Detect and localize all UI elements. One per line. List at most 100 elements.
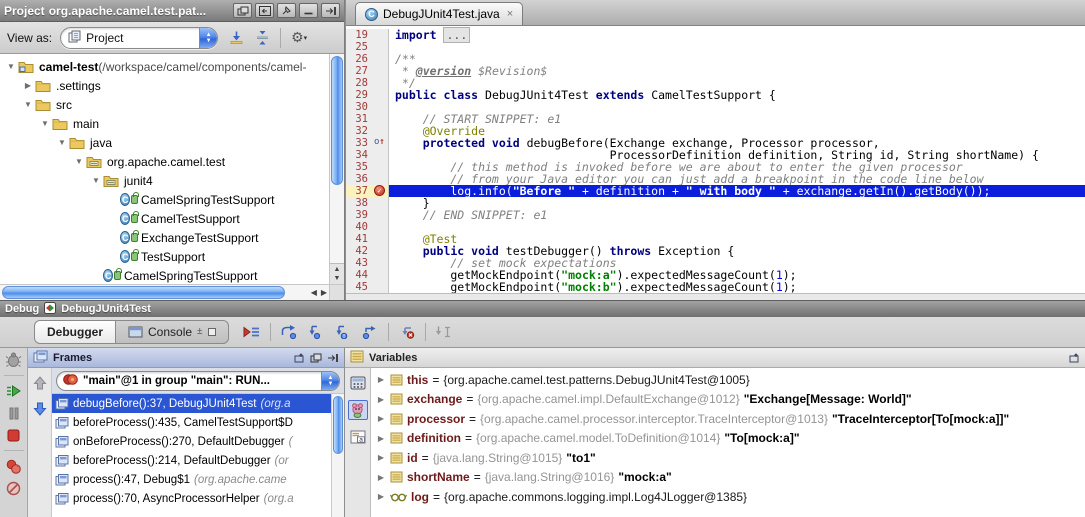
editor-gutter[interactable] [372, 65, 389, 77]
tree-item-testsupport[interactable]: CTestSupport [0, 247, 329, 266]
tree-item-src[interactable]: ▼src [0, 95, 329, 114]
mute-breakpoints-icon[interactable] [4, 479, 24, 497]
frame-up-icon[interactable] [33, 376, 47, 391]
frame-row[interactable]: process():47, Debug$1 (org.apache.came [52, 470, 331, 489]
variable-row-id[interactable]: ▶id = {java.lang.String@1015}"to1" [371, 448, 1085, 468]
collapse-all-icon[interactable] [252, 28, 272, 48]
expand-arrow-icon[interactable]: ▶ [376, 473, 386, 482]
float-window-icon[interactable] [233, 3, 252, 18]
stop-icon[interactable] [4, 426, 24, 444]
expand-all-icon[interactable] [226, 28, 246, 48]
scrollbar-arrows[interactable]: ▲▼ [330, 263, 344, 284]
expand-arrow-icon[interactable]: ▶ [376, 492, 386, 501]
editor-gutter[interactable] [372, 245, 389, 257]
expand-arrow-icon[interactable]: ▶ [376, 434, 386, 443]
editor-gutter[interactable] [372, 89, 389, 101]
tree-item-cameltestsupport[interactable]: CCamelTestSupport [0, 209, 329, 228]
editor-gutter[interactable] [372, 173, 389, 185]
code-editor[interactable]: 19import ...2526/**27 * @version $Revisi… [346, 26, 1085, 293]
editor-gutter[interactable] [372, 281, 389, 293]
frames-vertical-scrollbar[interactable] [331, 394, 344, 517]
frame-down-icon[interactable] [33, 401, 47, 416]
chevron-down-icon[interactable]: ▼ [4, 62, 18, 71]
variable-row-log[interactable]: ▶log = {org.apache.commons.logging.impl.… [371, 487, 1085, 507]
float-small-icon[interactable] [208, 328, 216, 336]
chevron-down-icon[interactable]: ▼ [72, 157, 86, 166]
chevron-down-icon[interactable]: ▼ [89, 176, 103, 185]
editor-gutter[interactable] [372, 29, 389, 41]
restore-icon[interactable] [1069, 353, 1080, 363]
chevron-down-icon[interactable]: ▼ [38, 119, 52, 128]
editor-gutter[interactable] [372, 53, 389, 65]
variable-row-definition[interactable]: ▶definition = {org.apache.camel.model.To… [371, 429, 1085, 449]
editor-gutter[interactable] [372, 101, 389, 113]
editor-horizontal-scrollbar[interactable] [346, 293, 1085, 300]
resume-icon[interactable] [4, 382, 24, 400]
tree-item-camelspringtestsupport[interactable]: CCamelSpringTestSupport [0, 266, 329, 284]
watch-icon[interactable] [348, 400, 368, 420]
drop-frame-icon[interactable] [398, 324, 416, 340]
pause-icon[interactable] [4, 404, 24, 422]
restore-icon[interactable] [294, 353, 305, 363]
editor-tab[interactable]: C DebugJUnit4Test.java × [355, 2, 523, 25]
editor-gutter[interactable] [372, 197, 389, 209]
project-horizontal-scrollbar[interactable]: ◀▶ [0, 284, 329, 300]
chevron-right-icon[interactable]: ▶ [21, 81, 35, 90]
step-out-icon[interactable] [361, 324, 379, 340]
editor-gutter[interactable]: o↑ [372, 137, 389, 149]
variable-row-shortName[interactable]: ▶shortName = {java.lang.String@1016}"moc… [371, 468, 1085, 488]
editor-gutter[interactable] [372, 161, 389, 173]
thread-select[interactable]: "main"@1 in group "main": RUN... ▲▼ [56, 371, 340, 391]
frame-row[interactable]: process():70, AsyncProcessorHelper (org.… [52, 489, 331, 508]
frame-row[interactable]: beforeProcess():214, DefaultDebugger (or [52, 451, 331, 470]
scrollbar-thumb[interactable] [331, 56, 343, 185]
show-execution-point-icon[interactable] [243, 324, 261, 340]
editor-gutter[interactable] [372, 209, 389, 221]
float-window-icon[interactable] [310, 353, 322, 363]
view-as-select[interactable]: Project ▲▼ [60, 27, 218, 49]
dock-icon[interactable] [255, 3, 274, 18]
editor-gutter[interactable] [372, 125, 389, 137]
debug-titlebar[interactable]: Debug DebugJUnit4Test [0, 301, 1085, 317]
expand-arrow-icon[interactable]: ▶ [376, 414, 386, 423]
sort-alphabetically-icon[interactable]: a [348, 427, 368, 447]
close-icon[interactable]: × [507, 8, 513, 20]
select-stepper-icon[interactable]: ▲▼ [199, 28, 217, 48]
minimize-icon[interactable] [299, 3, 318, 18]
editor-gutter[interactable] [372, 149, 389, 161]
variable-row-exchange[interactable]: ▶exchange = {org.apache.camel.impl.Defau… [371, 390, 1085, 410]
force-step-into-icon[interactable]: ! [334, 324, 352, 340]
editor-gutter[interactable] [372, 221, 389, 233]
evaluate-expression-icon[interactable] [348, 373, 368, 393]
editor-gutter[interactable] [372, 269, 389, 281]
tree-item-java[interactable]: ▼java [0, 133, 329, 152]
expand-arrow-icon[interactable]: ▶ [376, 453, 386, 462]
rerun-debug-icon[interactable] [4, 351, 24, 369]
expand-arrow-icon[interactable]: ▶ [376, 395, 386, 404]
editor-gutter[interactable]: ✓ [372, 185, 389, 197]
scrollbar-thumb[interactable] [333, 396, 343, 454]
override-method-icon[interactable]: o↑ [374, 137, 385, 148]
tree-item-main[interactable]: ▼main [0, 114, 329, 133]
hide-right-icon[interactable] [321, 3, 340, 18]
frame-row[interactable]: beforeProcess():435, CamelTestSupport$D [52, 413, 331, 432]
tree-item-junit4[interactable]: ▼junit4 [0, 171, 329, 190]
tree-item-camelspringtestsupport[interactable]: CCamelSpringTestSupport [0, 190, 329, 209]
variable-row-processor[interactable]: ▶processor = {org.apache.camel.processor… [371, 409, 1085, 429]
editor-gutter[interactable] [372, 41, 389, 53]
tree-item-camel-test[interactable]: ▼camel-test (/workspace/camel/components… [0, 57, 329, 76]
select-stepper-icon[interactable]: ▲▼ [321, 372, 339, 390]
tree-item-org-apache-camel-test[interactable]: ▼org.apache.camel.test [0, 152, 329, 171]
frame-row[interactable]: onBeforeProcess():270, DefaultDebugger ( [52, 432, 331, 451]
frame-row[interactable]: debugBefore():37, DebugJUnit4Test (org.a [52, 394, 331, 413]
step-over-icon[interactable] [280, 324, 298, 340]
project-titlebar[interactable]: Project org.apache.camel.test.pat... [0, 0, 344, 22]
editor-gutter[interactable] [372, 77, 389, 89]
tab-debugger[interactable]: Debugger [34, 320, 116, 344]
project-vertical-scrollbar[interactable]: ▲▼ [329, 54, 344, 284]
tree-item-exchangetestsupport[interactable]: CExchangeTestSupport [0, 228, 329, 247]
editor-gutter[interactable] [372, 257, 389, 269]
editor-gutter[interactable] [372, 113, 389, 125]
tab-console[interactable]: Console± [116, 320, 229, 344]
run-to-cursor-icon[interactable] [435, 324, 453, 340]
